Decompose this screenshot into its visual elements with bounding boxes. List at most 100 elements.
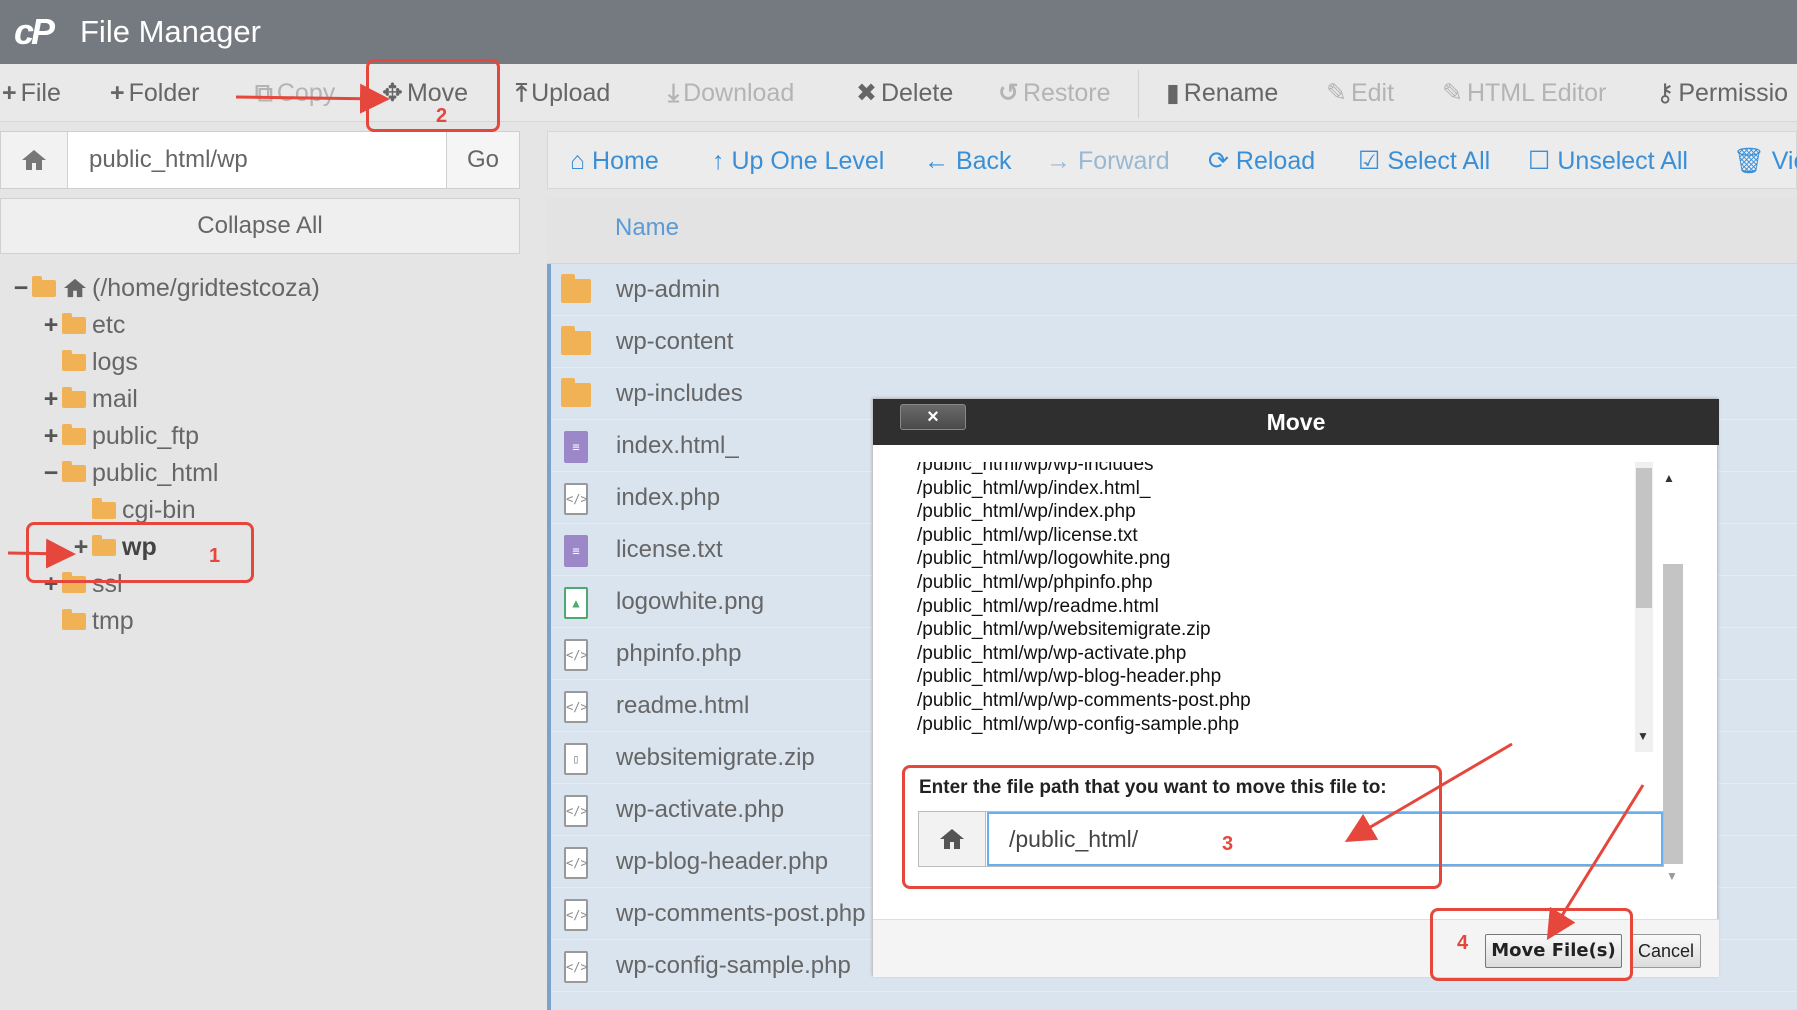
arrow-left-icon: ← bbox=[924, 147, 956, 175]
expand-icon[interactable]: + bbox=[42, 307, 60, 343]
list-item: /public_html/wp/wp-comments-post.php bbox=[917, 689, 1251, 711]
file-list-header: Name bbox=[547, 198, 1797, 264]
download-button[interactable]: ⤓ Download bbox=[668, 76, 794, 110]
toolbar-divider bbox=[1138, 70, 1139, 118]
scroll-down-icon[interactable]: ▼ bbox=[1637, 729, 1649, 743]
file-row[interactable]: wp-admin bbox=[551, 264, 1797, 316]
restore-icon: ↺ bbox=[998, 79, 1019, 107]
tree-item-public-html[interactable]: − public_html bbox=[42, 455, 219, 491]
checkbox-checked-icon: ☑ bbox=[1358, 147, 1388, 175]
list-item: /public_html/wp/wp-activate.php bbox=[917, 642, 1187, 664]
folder-open-icon bbox=[32, 275, 56, 297]
forward-button[interactable]: → Forward bbox=[1046, 144, 1170, 178]
zip-file-icon: ▯ bbox=[561, 742, 591, 776]
new-file-button[interactable]: + File bbox=[2, 76, 61, 110]
expand-icon[interactable]: + bbox=[42, 381, 60, 417]
html-editor-button[interactable]: ✎ HTML Editor bbox=[1442, 76, 1606, 110]
upload-button[interactable]: ⤒ Upload bbox=[516, 76, 610, 110]
annotation-number: 4 bbox=[1457, 932, 1469, 954]
delete-button[interactable]: ✖ Delete bbox=[856, 76, 953, 110]
file-row[interactable]: wp-content bbox=[551, 316, 1797, 368]
tree-item-logs[interactable]: logs bbox=[42, 344, 138, 380]
close-button[interactable]: × bbox=[900, 404, 966, 430]
folder-icon bbox=[62, 386, 86, 408]
select-all-button[interactable]: ☑ Select All bbox=[1358, 144, 1490, 178]
collapse-icon[interactable]: − bbox=[12, 270, 30, 306]
cpanel-logo: cP bbox=[14, 11, 55, 52]
upload-icon: ⤒ bbox=[516, 79, 528, 107]
tree-item-etc[interactable]: + etc bbox=[42, 307, 126, 343]
collapse-all-button[interactable]: Collapse All bbox=[0, 198, 520, 254]
scrollbar-thumb[interactable] bbox=[1636, 468, 1652, 608]
tree-item-tmp[interactable]: tmp bbox=[42, 603, 134, 639]
copy-button[interactable]: ⧉ Copy bbox=[255, 76, 335, 110]
unselect-all-button[interactable]: ☐ Unselect All bbox=[1528, 144, 1688, 178]
rename-button[interactable]: ▮ Rename bbox=[1166, 76, 1278, 110]
folder-icon bbox=[92, 497, 116, 519]
download-icon: ⤓ bbox=[668, 79, 680, 107]
tree-item-public-ftp[interactable]: + public_ftp bbox=[42, 418, 199, 454]
text-file-icon: ≡ bbox=[561, 534, 591, 568]
level-up-icon: ↑ bbox=[712, 147, 732, 175]
list-item: /public_html/wp/wp-blog-header.php bbox=[917, 666, 1222, 688]
plus-icon: + bbox=[2, 79, 17, 107]
delete-icon: ✖ bbox=[856, 79, 877, 107]
folder-icon bbox=[561, 274, 591, 308]
list-item: /public_html/wp/license.txt bbox=[917, 524, 1138, 546]
home-button[interactable]: ⌂ Home bbox=[570, 144, 659, 178]
file-icon: ▮ bbox=[1166, 79, 1180, 107]
folder-icon bbox=[62, 349, 86, 371]
home-icon: ⌂ bbox=[570, 147, 593, 175]
annotation-box-move bbox=[366, 59, 500, 132]
folder-icon bbox=[62, 423, 86, 445]
code-file-icon: </> bbox=[561, 482, 591, 516]
back-button[interactable]: ← Back bbox=[924, 144, 1012, 178]
folder-open-icon bbox=[62, 460, 86, 482]
column-name-header[interactable]: Name bbox=[615, 214, 679, 242]
annotation-box-path bbox=[902, 765, 1442, 889]
code-file-icon: </> bbox=[561, 898, 591, 932]
view-trash-button[interactable]: 🗑 View bbox=[1733, 144, 1797, 178]
trash-icon: 🗑 bbox=[1733, 147, 1772, 175]
list-item: /public_html/wp/wp-includes bbox=[917, 462, 1154, 475]
code-file-icon: </> bbox=[561, 638, 591, 672]
tree-item-mail[interactable]: + mail bbox=[42, 381, 138, 417]
edit-box-icon: ✎ bbox=[1442, 79, 1463, 107]
scroll-up-icon[interactable]: ▲ bbox=[1663, 471, 1675, 485]
annotation-number: 1 bbox=[209, 545, 221, 567]
scroll-down-icon[interactable]: ▼ bbox=[1666, 869, 1678, 883]
main-toolbar: + File + Folder ⧉ Copy ✥ Move ⤒ Upload ⤓ Downl… bbox=[0, 64, 1797, 122]
reload-button[interactable]: ⟳ Reload bbox=[1208, 144, 1315, 178]
dialog-scrollbar[interactable] bbox=[1663, 564, 1683, 864]
move-dialog: Move × /public_html/wp/wp-includes /publ… bbox=[872, 398, 1719, 977]
tree-item-home[interactable]: − (/home/gridtestcoza) bbox=[12, 270, 320, 306]
collapse-icon[interactable]: − bbox=[42, 455, 60, 491]
expand-icon[interactable]: + bbox=[42, 418, 60, 454]
list-item: /public_html/wp/phpinfo.php bbox=[917, 571, 1153, 593]
permissions-button[interactable]: ⚷ Permissio bbox=[1656, 76, 1788, 110]
list-item: /public_html/wp/wp-config-sample.php bbox=[917, 713, 1240, 735]
selected-files-list[interactable]: /public_html/wp/wp-includes /public_html… bbox=[917, 462, 1697, 752]
pencil-icon: ✎ bbox=[1326, 79, 1347, 107]
home-icon[interactable] bbox=[1, 132, 68, 188]
image-file-icon: ▲ bbox=[561, 586, 591, 620]
text-file-icon: ≡ bbox=[561, 430, 591, 464]
path-input[interactable] bbox=[69, 132, 446, 188]
edit-button[interactable]: ✎ Edit bbox=[1326, 76, 1394, 110]
restore-button[interactable]: ↺ Restore bbox=[998, 76, 1111, 110]
key-icon: ⚷ bbox=[1656, 79, 1675, 107]
up-one-level-button[interactable]: ↑ Up One Level bbox=[712, 144, 884, 178]
code-file-icon: </> bbox=[561, 950, 591, 984]
path-bar: Go bbox=[0, 131, 520, 189]
list-item: /public_html/wp/index.html_ bbox=[917, 477, 1151, 499]
go-button[interactable]: Go bbox=[446, 132, 519, 188]
cancel-button[interactable]: Cancel bbox=[1631, 934, 1701, 968]
arrow-right-icon: → bbox=[1046, 147, 1078, 175]
list-scrollbar[interactable] bbox=[1635, 462, 1653, 752]
folder-icon bbox=[62, 312, 86, 334]
list-item: /public_html/wp/readme.html bbox=[917, 595, 1159, 617]
code-file-icon: </> bbox=[561, 794, 591, 828]
new-folder-button[interactable]: + Folder bbox=[110, 76, 199, 110]
list-item: /public_html/wp/logowhite.png bbox=[917, 548, 1171, 570]
navigation-toolbar: ⌂ Home ↑ Up One Level ← Back → Forward ⟳… bbox=[547, 131, 1797, 189]
